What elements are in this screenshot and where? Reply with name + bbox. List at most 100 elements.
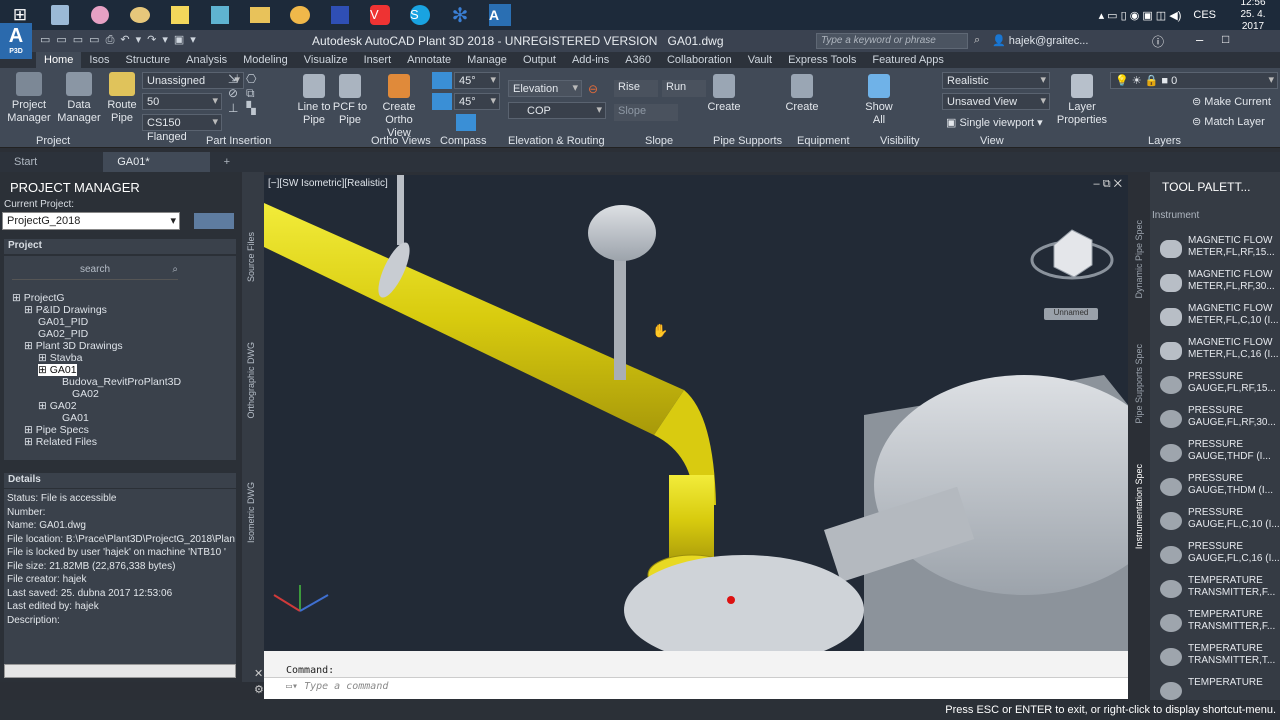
panel-label-ortho-views[interactable]: Ortho Views (371, 135, 431, 147)
viewport-config[interactable]: ▣ Single viewport ▾ (946, 116, 1043, 129)
layer-combo[interactable]: 💡 ☀ 🔒 ■ 0 (1110, 72, 1278, 89)
tab-start[interactable]: Start (0, 152, 103, 172)
tree-node[interactable]: ⊞ Stavba (38, 352, 82, 364)
tree-node[interactable]: ⊞ GA01 (38, 364, 77, 376)
tool-palette-item[interactable]: PRESSURE GAUGE,FL,RF,30... (1158, 404, 1280, 438)
tool-palette-side-tab[interactable]: Dynamic Pipe Spec (1134, 220, 1144, 299)
panel-label-view[interactable]: View (980, 135, 1004, 147)
create-ortho-view-button[interactable]: Create Ortho View (372, 74, 426, 140)
cop-combo[interactable]: COP (508, 102, 606, 119)
ribbon-tab-collaboration[interactable]: Collaboration (659, 52, 740, 68)
panel-label-slope[interactable]: Slope (645, 135, 673, 147)
panel-label-project[interactable]: Project (36, 135, 70, 147)
mail-icon[interactable] (280, 0, 320, 30)
tool-palette-side-tab[interactable]: Pipe Supports Spec (1134, 344, 1144, 424)
size-combo[interactable]: 50 (142, 93, 222, 110)
tool-palette-item[interactable]: PRESSURE GAUGE,FL,C,10 (I... (1158, 506, 1280, 540)
compass-angle-icon[interactable] (432, 93, 452, 110)
paint-tool-icon[interactable] (80, 0, 120, 30)
pm-side-tab[interactable]: Orthographic DWG (246, 342, 256, 419)
pm-side-tab[interactable]: Isometric DWG (246, 482, 256, 543)
tool-palette-item[interactable]: PRESSURE GAUGE,FL,C,16 (I... (1158, 540, 1280, 574)
tool-palette-item[interactable]: TEMPERATURE TRANSMITTER,F... (1158, 574, 1280, 608)
vivaldi-browser-icon[interactable]: V (360, 0, 400, 30)
tool-palette-item[interactable]: TEMPERATURE TRANSMITTER,F... (1158, 608, 1280, 642)
ribbon-tab-express-tools[interactable]: Express Tools (780, 52, 864, 68)
search-box[interactable]: Type a keyword or phrase (816, 33, 968, 49)
compass-toggle-icon[interactable] (432, 72, 452, 89)
run-field[interactable]: Run (662, 80, 706, 97)
pm-side-tab[interactable]: Source Files (246, 232, 256, 282)
pipe-supports-create-button[interactable]: Create (706, 74, 742, 114)
tool-palette-item[interactable]: PRESSURE GAUGE,THDM (I... (1158, 472, 1280, 506)
tree-node[interactable]: ⊞ Pipe Specs (24, 424, 89, 436)
tool-palette-item[interactable]: MAGNETIC FLOW METER,FL,RF,30... (1158, 268, 1280, 302)
calculator-icon[interactable] (40, 0, 80, 30)
compass-snap-icon[interactable] (456, 114, 476, 131)
spec-combo[interactable]: CS150 Flanged (142, 114, 222, 143)
ribbon-tab-a360[interactable]: A360 (617, 52, 659, 68)
pcf-to-pipe-button[interactable]: PCF to Pipe (332, 74, 368, 127)
angle-combo-1[interactable]: 45° (454, 72, 500, 89)
ribbon-tab-add-ins[interactable]: Add-ins (564, 52, 617, 68)
named-view-combo[interactable]: Unsaved View (942, 93, 1050, 110)
rise-field[interactable]: Rise (614, 80, 658, 97)
layer-properties-button[interactable]: Layer Properties (1056, 74, 1108, 127)
search-input[interactable]: search ⌕ (12, 264, 178, 280)
tree-node[interactable]: ⊞ P&ID Drawings (24, 304, 107, 316)
tool-palette-side-tab[interactable]: Instrumentation Spec (1134, 464, 1144, 549)
command-settings-icon[interactable]: ⚙ (254, 683, 264, 696)
tool-palette-item[interactable]: MAGNETIC FLOW METER,FL,C,16 (I... (1158, 336, 1280, 370)
panel-label-equipment[interactable]: Equipment (797, 135, 850, 147)
elevation-field[interactable]: Elevation (508, 80, 582, 97)
tree-node[interactable]: ⊞ Related Files (24, 436, 97, 448)
binoculars-icon[interactable]: ⌕ (974, 34, 980, 47)
ribbon-tab-visualize[interactable]: Visualize (296, 52, 356, 68)
sticky-notes-icon[interactable] (160, 0, 200, 30)
show-all-button[interactable]: Show All (862, 74, 896, 127)
command-input[interactable]: ▭▾ Type a command (286, 681, 1124, 695)
tree-node[interactable]: ⊞ Plant 3D Drawings (24, 340, 123, 352)
new-tab-button[interactable]: + (210, 152, 244, 172)
panel-label-visibility[interactable]: Visibility (880, 135, 920, 147)
ribbon-tab-home[interactable]: Home (36, 52, 82, 68)
tool-palette-item[interactable]: PRESSURE GAUGE,THDF (I... (1158, 438, 1280, 472)
ribbon-tab-annotate[interactable]: Annotate (399, 52, 459, 68)
current-project-select[interactable]: ProjectG_2018 ▾ (2, 212, 180, 230)
ribbon-tab-output[interactable]: Output (515, 52, 564, 68)
match-layer-button[interactable]: ⊜ Match Layer (1192, 115, 1265, 128)
ribbon-tab-featured-apps[interactable]: Featured Apps (864, 52, 952, 68)
horizontal-scrollbar[interactable] (4, 664, 236, 678)
folder-icon[interactable] (240, 0, 280, 30)
maximize-button[interactable]: □ (1222, 32, 1229, 46)
tool-palette-item[interactable]: MAGNETIC FLOW METER,FL,RF,15... (1158, 234, 1280, 268)
notebook-icon[interactable] (200, 0, 240, 30)
app-menu-button[interactable]: A P3D (0, 23, 32, 59)
ribbon-tab-analysis[interactable]: Analysis (178, 52, 235, 68)
ribbon-tab-modeling[interactable]: Modeling (235, 52, 296, 68)
tree-node[interactable]: Budova_RevitProPlant3D (62, 376, 181, 388)
search-icon[interactable]: ⌕ (172, 264, 178, 275)
tree-node[interactable]: ⊞ ProjectG (12, 292, 65, 304)
panel-label-layers[interactable]: Layers (1148, 135, 1181, 147)
language-indicator[interactable]: CES (1193, 9, 1216, 21)
help-icon[interactable]: ⓘ (1152, 33, 1164, 50)
clock[interactable]: 12:56 25. 4. 2017 (1228, 0, 1278, 33)
line-to-pipe-button[interactable]: Line to Pipe (296, 74, 332, 127)
snowflake-app-icon[interactable]: ✻ (440, 0, 480, 30)
panel-label-part-insertion[interactable]: Part Insertion (206, 135, 271, 147)
panel-label-elevation-routing[interactable]: Elevation & Routing (508, 135, 605, 147)
ribbon-tab-insert[interactable]: Insert (356, 52, 400, 68)
angle-combo-2[interactable]: 45° (454, 93, 500, 110)
tree-node[interactable]: GA01_PID (38, 316, 88, 328)
route-pipe-button[interactable]: Route Pipe (104, 72, 140, 125)
pm-toolbar-icons[interactable] (194, 213, 234, 229)
command-close-icon[interactable]: ✕ (254, 667, 263, 680)
make-current-button[interactable]: ⊜ Make Current (1192, 95, 1271, 108)
command-line[interactable]: Command: ▭▾ Type a command ✕ ⚙ (254, 651, 1128, 699)
palette-icon[interactable] (120, 0, 160, 30)
equipment-create-button[interactable]: Create (784, 74, 820, 114)
ribbon-tab-structure[interactable]: Structure (118, 52, 179, 68)
ribbon-tab-isos[interactable]: Isos (81, 52, 117, 68)
tree-node[interactable]: GA02 (72, 388, 99, 400)
